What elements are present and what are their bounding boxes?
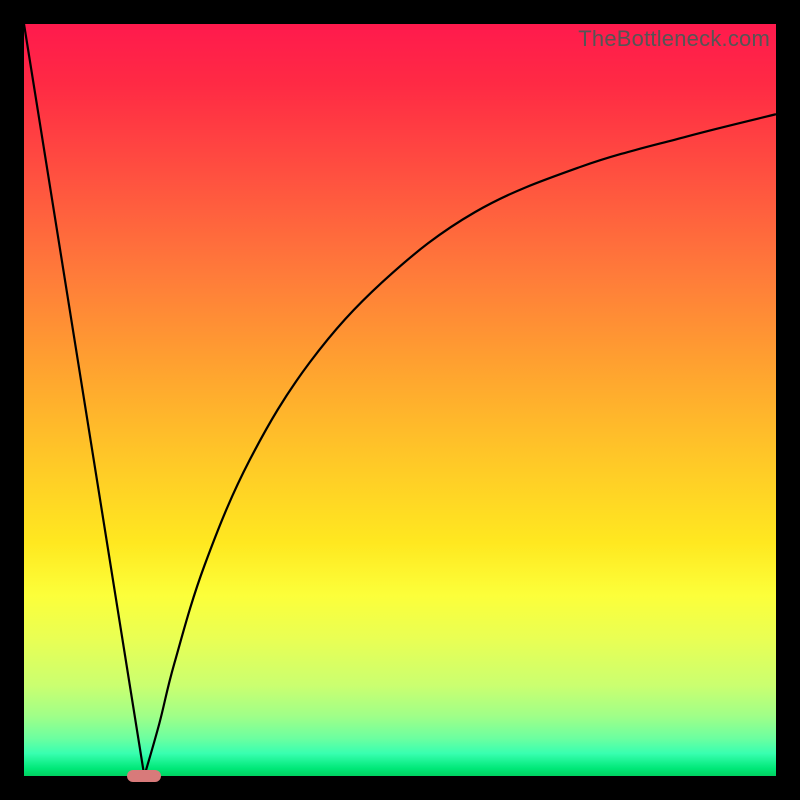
- chart-container: TheBottleneck.com: [0, 0, 800, 800]
- watermark-label: TheBottleneck.com: [578, 26, 770, 52]
- curve-right-branch: [144, 114, 776, 776]
- plot-area: TheBottleneck.com: [24, 24, 776, 776]
- bottleneck-curve: [24, 24, 776, 776]
- optimal-marker: [127, 770, 161, 782]
- curve-left-branch: [24, 24, 144, 776]
